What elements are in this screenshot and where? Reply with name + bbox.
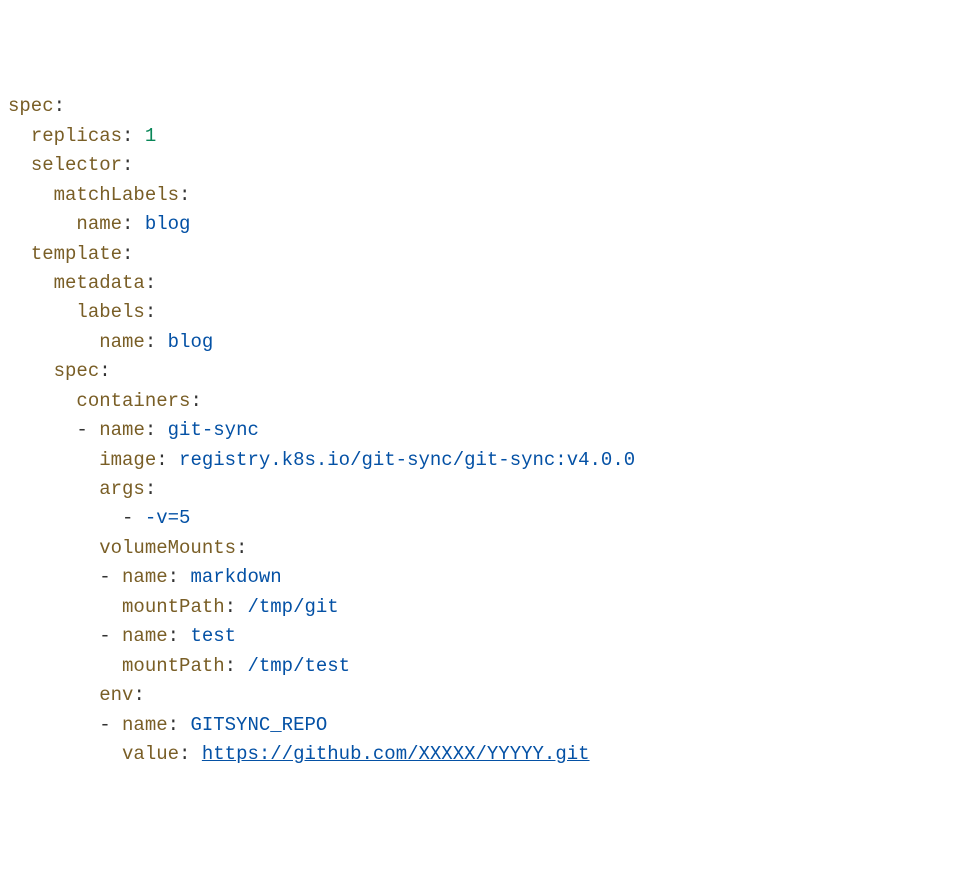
code-line: mountPath: /tmp/git <box>8 593 954 622</box>
yaml-token-pun: : <box>236 537 247 559</box>
code-line: name: blog <box>8 210 954 239</box>
yaml-token-key: containers <box>76 390 190 412</box>
yaml-token-str: /tmp/git <box>247 596 338 618</box>
yaml-token-key: matchLabels <box>54 184 179 206</box>
yaml-token-str: blog <box>145 213 191 235</box>
yaml-token-pun: - <box>99 566 122 588</box>
yaml-token-key: volumeMounts <box>99 537 236 559</box>
yaml-token-str: blog <box>168 331 214 353</box>
yaml-token-key: template <box>31 243 122 265</box>
yaml-token-str: GITSYNC_REPO <box>190 714 327 736</box>
code-line: - name: GITSYNC_REPO <box>8 711 954 740</box>
code-line: name: blog <box>8 328 954 357</box>
yaml-token-key: labels <box>76 301 144 323</box>
yaml-token-pun: : <box>168 714 191 736</box>
yaml-token-pun: : <box>99 360 110 382</box>
yaml-token-str: /tmp/test <box>247 655 350 677</box>
yaml-token-pun: : <box>168 625 191 647</box>
yaml-token-pun: : <box>145 478 156 500</box>
yaml-token-key: name <box>76 213 122 235</box>
yaml-token-key: mountPath <box>122 596 225 618</box>
code-line: spec: <box>8 357 954 386</box>
yaml-token-pun: : <box>179 743 202 765</box>
yaml-token-key: selector <box>31 154 122 176</box>
yaml-token-pun: : <box>122 213 145 235</box>
yaml-token-str: test <box>190 625 236 647</box>
yaml-token-pun: : <box>54 95 65 117</box>
code-line: image: registry.k8s.io/git-sync/git-sync… <box>8 446 954 475</box>
yaml-token-pun: : <box>145 331 168 353</box>
code-line: mountPath: /tmp/test <box>8 652 954 681</box>
yaml-token-key: name <box>122 566 168 588</box>
yaml-token-str: markdown <box>190 566 281 588</box>
yaml-token-pun: : <box>190 390 201 412</box>
yaml-token-pun: : <box>122 125 145 147</box>
yaml-token-pun: : <box>179 184 190 206</box>
yaml-token-key: image <box>99 449 156 471</box>
code-line: replicas: 1 <box>8 122 954 151</box>
code-line: spec: <box>8 92 954 121</box>
yaml-code-block: spec: replicas: 1 selector: matchLabels:… <box>8 92 954 769</box>
yaml-token-key: metadata <box>54 272 145 294</box>
yaml-token-pun: : <box>145 301 156 323</box>
code-line: - name: git-sync <box>8 416 954 445</box>
code-line: - -v=5 <box>8 504 954 533</box>
yaml-token-key: name <box>122 714 168 736</box>
yaml-token-key: spec <box>54 360 100 382</box>
code-line: args: <box>8 475 954 504</box>
yaml-token-pun: : <box>156 449 179 471</box>
yaml-token-key: replicas <box>31 125 122 147</box>
yaml-token-str: registry.k8s.io/git-sync/git-sync:v4.0.0 <box>179 449 635 471</box>
code-line: containers: <box>8 387 954 416</box>
yaml-token-pun: - <box>76 419 99 441</box>
yaml-token-pun: : <box>122 243 133 265</box>
code-line: - name: test <box>8 622 954 651</box>
code-line: selector: <box>8 151 954 180</box>
yaml-token-key: name <box>99 331 145 353</box>
yaml-token-pun: : <box>145 419 168 441</box>
yaml-token-num: 1 <box>145 125 156 147</box>
yaml-token-key: mountPath <box>122 655 225 677</box>
yaml-token-key: spec <box>8 95 54 117</box>
code-line: labels: <box>8 298 954 327</box>
yaml-token-pun: : <box>122 154 133 176</box>
yaml-token-str: git-sync <box>168 419 259 441</box>
yaml-token-key: env <box>99 684 133 706</box>
code-line: volumeMounts: <box>8 534 954 563</box>
code-line: matchLabels: <box>8 181 954 210</box>
yaml-token-key: name <box>99 419 145 441</box>
code-line: - name: markdown <box>8 563 954 592</box>
code-line: value: https://github.com/XXXXX/YYYYY.gi… <box>8 740 954 769</box>
yaml-token-url: https://github.com/XXXXX/YYYYY.git <box>202 743 590 765</box>
yaml-token-pun: - <box>99 714 122 736</box>
yaml-token-key: args <box>99 478 145 500</box>
yaml-token-key: name <box>122 625 168 647</box>
yaml-token-pun: : <box>145 272 156 294</box>
yaml-token-pun: - <box>122 507 145 529</box>
yaml-token-key: value <box>122 743 179 765</box>
code-line: metadata: <box>8 269 954 298</box>
code-line: template: <box>8 240 954 269</box>
yaml-token-pun: - <box>99 625 122 647</box>
yaml-token-pun: : <box>133 684 144 706</box>
yaml-token-str: -v=5 <box>145 507 191 529</box>
code-line: env: <box>8 681 954 710</box>
yaml-token-pun: : <box>225 596 248 618</box>
yaml-token-pun: : <box>225 655 248 677</box>
yaml-token-pun: : <box>168 566 191 588</box>
